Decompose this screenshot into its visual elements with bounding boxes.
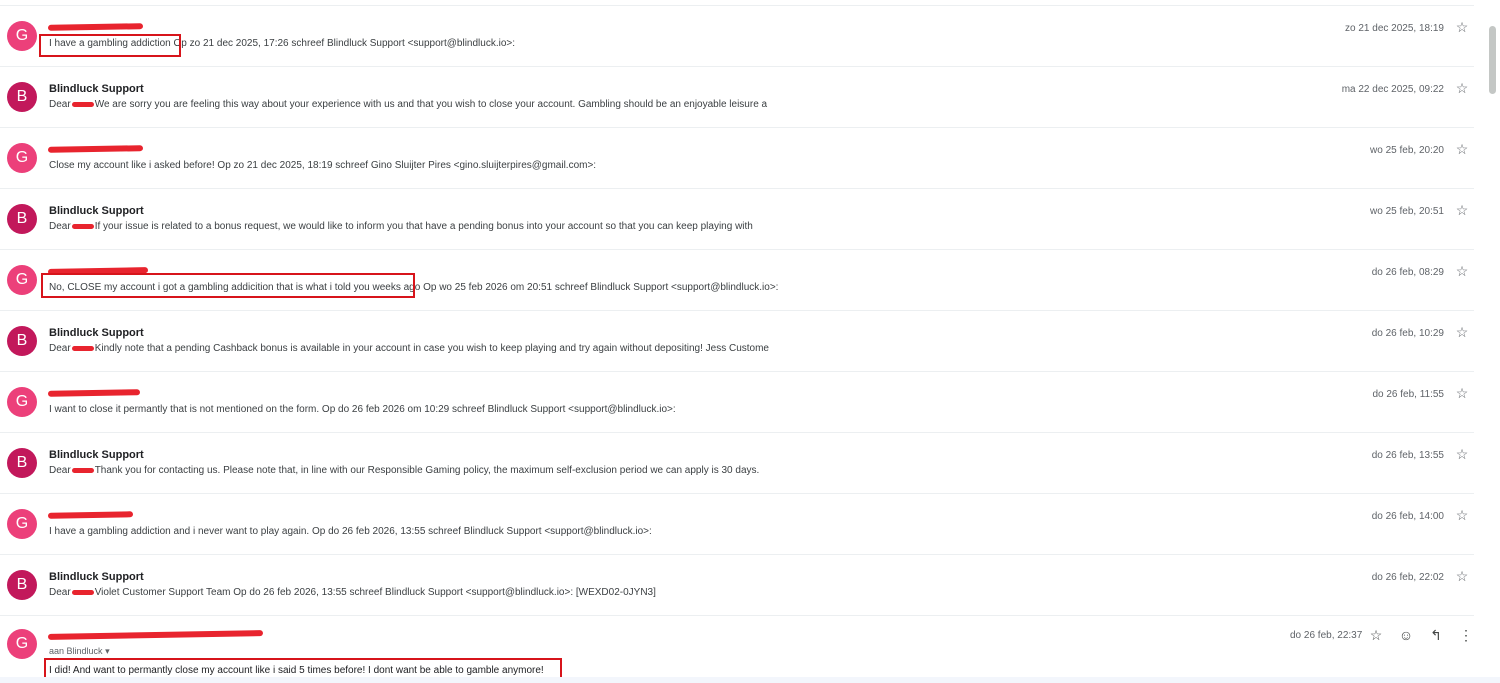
sender-name: Blindluck Support	[49, 205, 144, 217]
message-date: do 26 feb, 13:55	[1371, 450, 1444, 461]
message-row[interactable]: G I have a gambling addiction and i neve…	[0, 494, 1474, 555]
snippet-greeting: Dear	[49, 587, 71, 598]
snippet-greeting: Dear	[49, 221, 71, 232]
redaction-mark	[71, 101, 94, 107]
snippet-greeting: Dear	[49, 99, 71, 110]
star-icon[interactable]: ☆	[1454, 568, 1470, 584]
avatar: G	[7, 509, 37, 539]
snippet-text: If your issue is related to a bonus requ…	[94, 221, 753, 232]
snippet-text: We are sorry you are feeling this way ab…	[94, 99, 768, 110]
star-icon[interactable]: ☆	[1454, 324, 1470, 340]
star-icon[interactable]: ☆	[1454, 80, 1470, 96]
message-row[interactable]: G No, CLOSE my account i got a gambling …	[0, 250, 1474, 311]
recipient-label: aan Blindluck	[49, 646, 103, 656]
bottom-strip	[0, 677, 1500, 683]
avatar: G	[7, 629, 37, 659]
emoji-icon[interactable]: ☺	[1397, 626, 1415, 644]
more-options-icon[interactable]: ⋮	[1457, 626, 1475, 644]
star-icon[interactable]: ☆	[1454, 446, 1470, 462]
redaction-mark	[71, 467, 94, 473]
avatar: G	[7, 265, 37, 295]
avatar: B	[7, 326, 37, 356]
message-snippet: Dear Thank you for contacting us. Please …	[49, 465, 759, 476]
message-row[interactable]: B Blindluck Support Dear Thank you for co…	[0, 433, 1474, 494]
email-thread: G I have a gambling addiction Op zo 21 d…	[0, 0, 1500, 683]
sender-name: Blindluck Support	[49, 83, 144, 95]
message-date: wo 25 feb, 20:20	[1370, 145, 1444, 156]
avatar: G	[7, 387, 37, 417]
chevron-down-icon[interactable]: ▾	[105, 646, 110, 656]
snippet-text: Violet Customer Support Team Op do 26 fe…	[94, 587, 656, 598]
redacted-sender	[47, 267, 149, 275]
message-snippet: I have a gambling addiction and i never …	[49, 526, 652, 537]
snippet-text: Kindly note that a pending Cashback bonu…	[94, 343, 769, 354]
message-date: do 26 feb, 14:00	[1371, 511, 1444, 522]
sender-name: Blindluck Support	[49, 327, 144, 339]
message-row[interactable]: G I want to close it permantly that is n…	[0, 372, 1474, 433]
scrollbar-thumb[interactable]	[1489, 26, 1496, 94]
star-icon[interactable]: ☆	[1454, 385, 1470, 401]
redaction-mark	[71, 223, 94, 229]
avatar: B	[7, 570, 37, 600]
expanded-message[interactable]: G aan Blindluck ▾ I did! And want to per…	[0, 615, 1474, 683]
avatar: G	[7, 21, 37, 51]
star-icon[interactable]: ☆	[1454, 202, 1470, 218]
sender-name: Blindluck Support	[49, 449, 144, 461]
snippet-text: Thank you for contacting us. Please note…	[94, 465, 760, 476]
avatar: B	[7, 448, 37, 478]
message-snippet: I want to close it permantly that is not…	[49, 404, 676, 415]
redacted-sender	[47, 511, 134, 519]
redacted-sender	[47, 23, 144, 31]
message-row[interactable]: B Blindluck Support Dear We are sorry you…	[0, 67, 1474, 128]
snippet-greeting: Dear	[49, 465, 71, 476]
message-snippet: Dear If your issue is related to a bonus …	[49, 221, 753, 232]
star-icon[interactable]: ☆	[1454, 507, 1470, 523]
star-icon[interactable]: ☆	[1454, 19, 1470, 35]
message-date: do 26 feb, 22:37	[1290, 630, 1363, 641]
redacted-sender	[47, 145, 144, 153]
redacted-sender	[47, 389, 141, 397]
star-icon[interactable]: ☆	[1367, 626, 1385, 644]
message-date: do 26 feb, 10:29	[1371, 328, 1444, 339]
message-snippet: I have a gambling addiction Op zo 21 dec…	[49, 38, 516, 49]
avatar: B	[7, 82, 37, 112]
message-row[interactable]: G I have a gambling addiction Op zo 21 d…	[0, 6, 1474, 67]
message-date: do 26 feb, 22:02	[1371, 572, 1444, 583]
reply-icon[interactable]: ↰	[1427, 626, 1445, 644]
message-date: wo 25 feb, 20:51	[1370, 206, 1444, 217]
redaction-mark	[71, 345, 94, 351]
message-snippet: Dear Kindly note that a pending Cashback …	[49, 343, 769, 354]
message-date: do 26 feb, 11:55	[1372, 389, 1444, 400]
message-date: ma 22 dec 2025, 09:22	[1341, 84, 1444, 95]
star-icon[interactable]: ☆	[1454, 263, 1470, 279]
message-date: zo 21 dec 2025, 18:19	[1345, 23, 1444, 34]
message-date: do 26 feb, 08:29	[1371, 267, 1444, 278]
message-snippet: Close my account like i asked before! Op…	[49, 160, 597, 171]
sender-name: Blindluck Support	[49, 571, 144, 583]
star-icon[interactable]: ☆	[1454, 141, 1470, 157]
message-snippet: No, CLOSE my account i got a gambling ad…	[49, 282, 779, 293]
snippet-greeting: Dear	[49, 343, 71, 354]
message-snippet: Dear Violet Customer Support Team Op do 2…	[49, 587, 656, 598]
message-snippet: Dear We are sorry you are feeling this wa…	[49, 99, 767, 110]
message-row[interactable]: B Blindluck Support Dear Kindly note that…	[0, 311, 1474, 372]
message-row[interactable]: B Blindluck Support Dear Violet Customer …	[0, 555, 1474, 616]
message-row[interactable]: B Blindluck Support Dear If your issue is…	[0, 189, 1474, 250]
recipient-line[interactable]: aan Blindluck ▾	[49, 646, 110, 657]
avatar: G	[7, 143, 37, 173]
avatar: B	[7, 204, 37, 234]
redaction-mark	[71, 589, 94, 595]
message-row[interactable]: G Close my account like i asked before! …	[0, 128, 1474, 189]
redacted-sender	[47, 630, 264, 640]
message-body: I did! And want to permantly close my ac…	[49, 665, 544, 676]
